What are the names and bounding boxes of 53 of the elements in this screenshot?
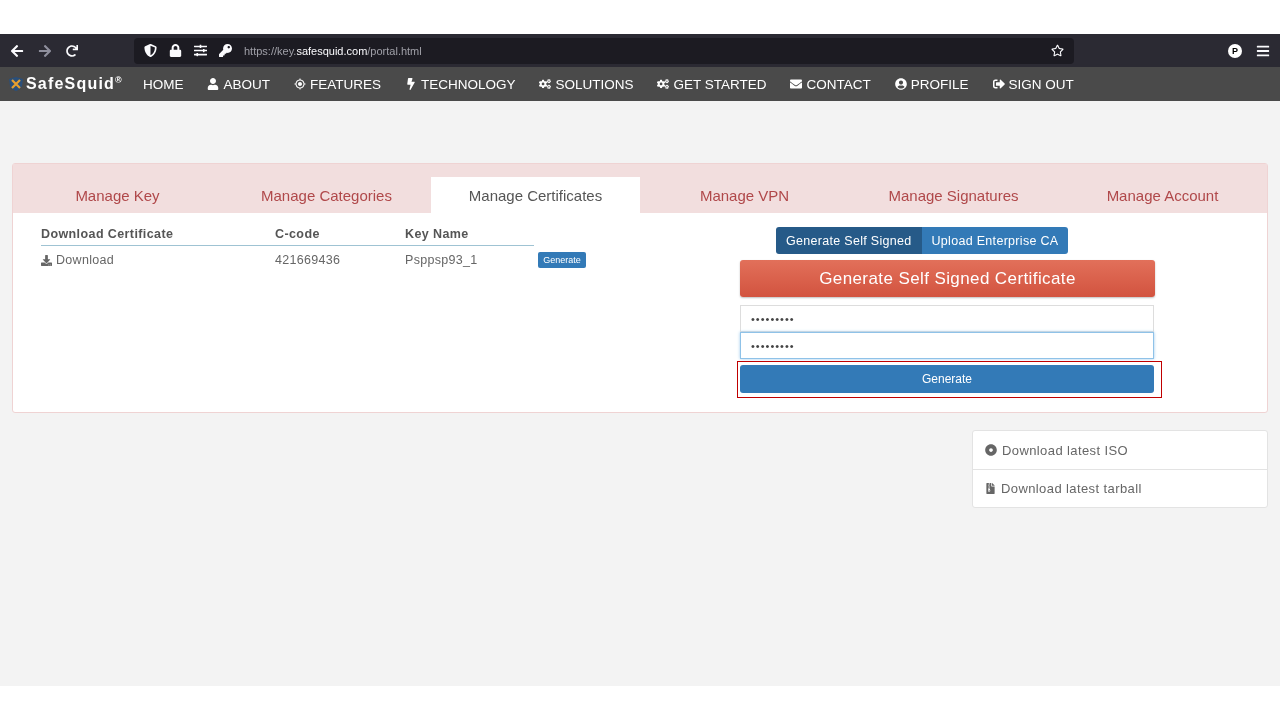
profile-avatar[interactable]: P [1228,43,1242,58]
download-link[interactable]: Download latest ISO [973,431,1267,469]
archive-file-icon [985,483,996,494]
tab[interactable]: Manage Key [13,177,222,213]
nav-link[interactable]: PROFILE [894,76,969,92]
tab[interactable]: Manage VPN [640,177,849,213]
mode-button[interactable]: Generate Self Signed [776,227,922,254]
reload-icon[interactable] [66,44,78,57]
nav-link[interactable]: GET STARTED [657,76,767,92]
menu-icon[interactable] [1256,43,1270,58]
generate-button[interactable]: Generate [740,365,1154,393]
nav-link[interactable]: TECHNOLOGY [404,76,516,92]
key-icon [219,44,232,57]
user-icon [207,78,220,90]
forward-icon[interactable] [38,43,52,58]
column-header: C-code [275,227,321,241]
generate-button[interactable]: Generate [538,252,586,268]
download-link[interactable]: Download [41,253,275,267]
brand-logo[interactable]: SafeSquid$^{®}$ [8,74,123,94]
download-link[interactable]: Download latest tarball [973,469,1267,507]
nav-link[interactable]: SIGN OUT [992,76,1074,92]
tab[interactable]: Manage Signatures [849,177,1058,213]
lock-icon [169,44,182,57]
column-header: Key Name [405,227,470,241]
form-heading: Generate Self Signed Certificate [740,260,1155,297]
sliders-icon [194,44,207,57]
tab[interactable]: Manage Categories [222,177,431,213]
password-field[interactable]: ••••••••• [740,305,1154,332]
download-label[interactable]: Download [56,253,114,267]
tab[interactable]: Manage Account [1058,177,1267,213]
nav-link[interactable]: CONTACT [790,76,871,92]
password-field[interactable]: ••••••••• [740,332,1154,359]
gears-icon [657,78,670,90]
shield-icon [144,44,157,57]
tab[interactable]: Manage Certificates [431,177,640,213]
gears-icon [539,78,552,90]
download-icon [41,254,52,266]
sign-out-icon [992,78,1005,90]
address-bar[interactable]: https://key.safesquid.com/portal.html [134,37,1074,64]
column-header: Download Certificate [41,227,175,241]
nav-link[interactable]: HOME [142,76,184,92]
back-icon[interactable] [10,43,24,58]
nav-link[interactable]: ABOUT [207,76,270,92]
envelope-icon [790,78,803,90]
target-icon [293,78,306,90]
mode-button[interactable]: Upload Enterprise CA [921,227,1069,254]
table-cell-text: 421669436 [275,253,342,267]
shield-logo-icon [8,76,24,92]
star-icon[interactable] [1051,44,1064,57]
bolt-icon [404,78,417,90]
table-cell-text: Psppsp93_1 [405,253,479,267]
nav-link[interactable]: FEATURES [293,76,381,92]
nav-link[interactable]: SOLUTIONS [539,76,634,92]
